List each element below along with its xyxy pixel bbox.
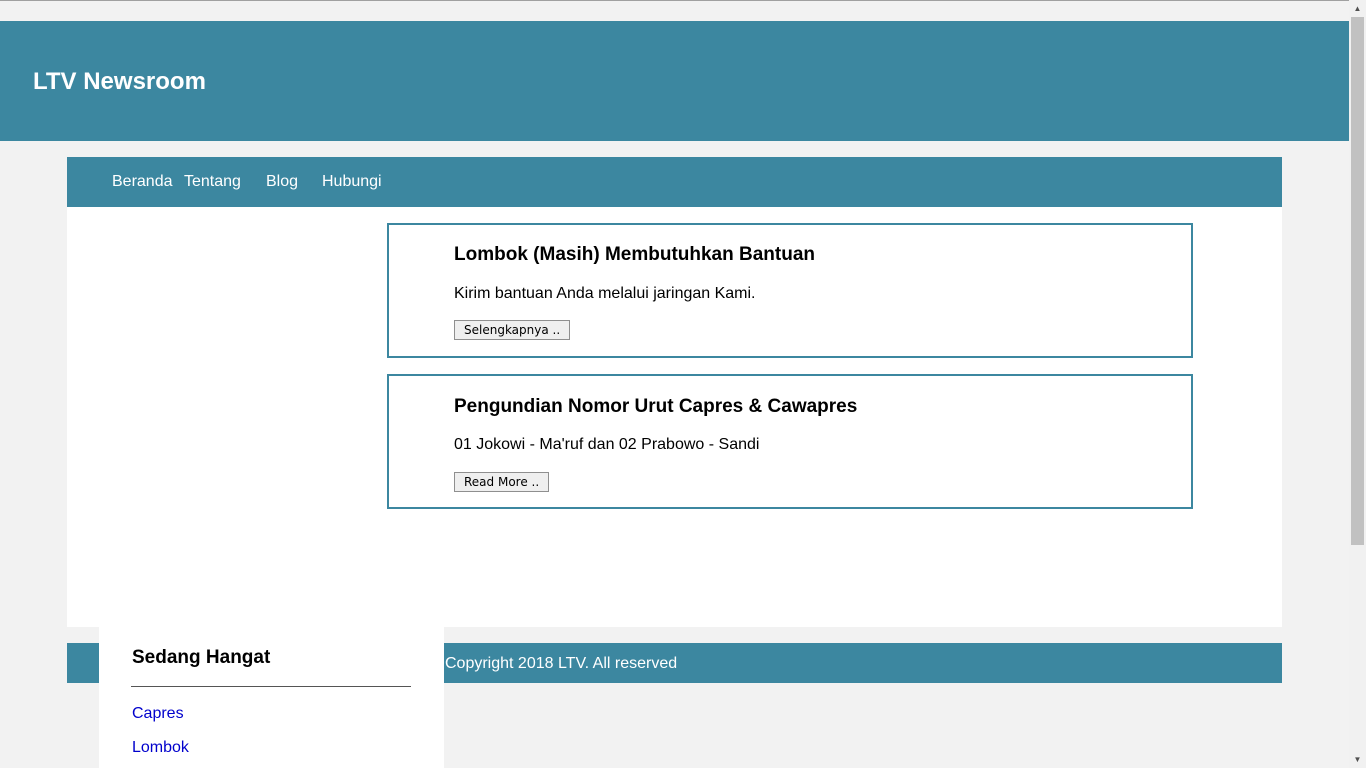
vertical-scrollbar[interactable]: ▲ ▼ (1349, 0, 1366, 768)
sidebar-title: Sedang Hangat (132, 647, 271, 668)
post-title: Pengundian Nomor Urut Capres & Cawapres (454, 396, 858, 417)
triangle-down-icon[interactable]: ▼ (1349, 751, 1366, 768)
scrollbar-thumb[interactable] (1351, 17, 1364, 545)
post-summary: 01 Jokowi - Ma'ruf dan 02 Prabowo - Sand… (454, 436, 760, 453)
sidebar-divider (131, 686, 411, 687)
site-header: LTV Newsroom (0, 21, 1349, 141)
copyright-text: Copyright 2018 LTV. All reserved (445, 655, 678, 672)
nav-item-beranda[interactable]: Beranda (112, 173, 173, 191)
post-summary: Kirim bantuan Anda melalui jaringan Kami… (454, 285, 756, 302)
nav-item-tentang[interactable]: Tentang (184, 173, 241, 191)
sidebar-link-lombok[interactable]: Lombok (132, 739, 189, 757)
post-card: Pengundian Nomor Urut Capres & Cawapres … (387, 374, 1193, 509)
site-title: LTV Newsroom (33, 68, 206, 95)
sidebar-trending: Sedang Hangat Capres Lombok (99, 627, 444, 768)
triangle-up-icon[interactable]: ▲ (1349, 0, 1366, 17)
sidebar-link-capres[interactable]: Capres (132, 705, 184, 723)
nav-item-blog[interactable]: Blog (266, 173, 298, 191)
read-more-button[interactable]: Selengkapnya .. (454, 320, 571, 340)
browser-top-border (0, 0, 1349, 1)
post-title: Lombok (Masih) Membutuhkan Bantuan (454, 244, 815, 265)
read-more-button[interactable]: Read More .. (454, 472, 550, 492)
post-card: Lombok (Masih) Membutuhkan Bantuan Kirim… (387, 223, 1193, 358)
main-nav: Beranda Tentang Blog Hubungi (67, 157, 1282, 207)
nav-item-hubungi[interactable]: Hubungi (322, 173, 382, 191)
